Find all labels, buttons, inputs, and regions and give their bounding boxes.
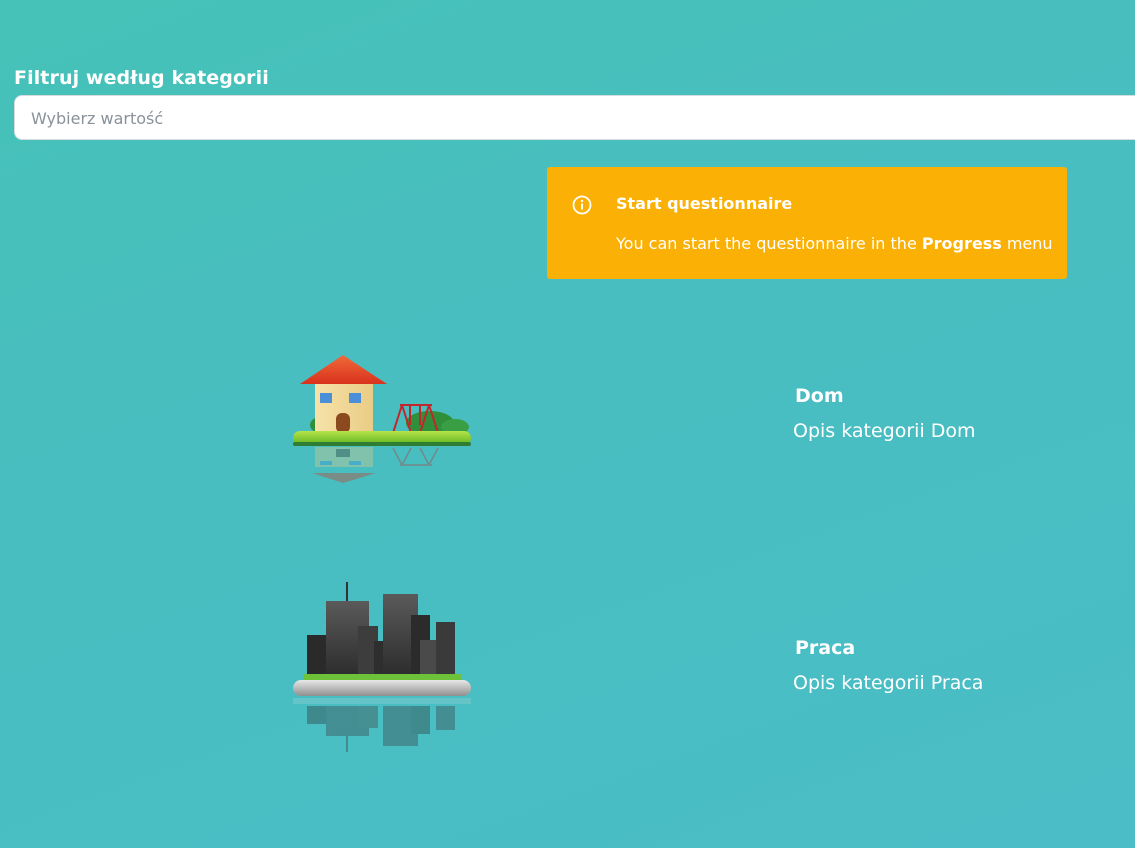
house-island-icon [290, 345, 475, 525]
notice-text: You can start the questionnaire in the P… [616, 234, 1053, 253]
category-description-praca: Opis kategorii Praca [793, 672, 984, 694]
category-title-praca: Praca [795, 637, 856, 659]
city-island-icon [290, 580, 475, 760]
category-item-dom[interactable]: Dom Opis kategorii Dom [0, 340, 1135, 510]
filter-label: Filtruj według kategorii [14, 67, 269, 89]
category-title-dom: Dom [795, 385, 844, 407]
category-filter-select[interactable]: Wybierz wartość [14, 95, 1135, 140]
notice-title: Start questionnaire [616, 194, 793, 213]
start-questionnaire-notice: Start questionnaire You can start the qu… [547, 167, 1067, 279]
filter-placeholder: Wybierz wartość [31, 109, 164, 128]
category-item-praca[interactable]: Praca Opis kategorii Praca [0, 580, 1135, 760]
category-description-dom: Opis kategorii Dom [793, 420, 976, 442]
info-icon [572, 195, 592, 215]
notice-text-before: You can start the questionnaire in the [616, 234, 922, 253]
progress-menu-name: Progress [921, 234, 1002, 253]
notice-text-after: menu [1001, 234, 1053, 253]
